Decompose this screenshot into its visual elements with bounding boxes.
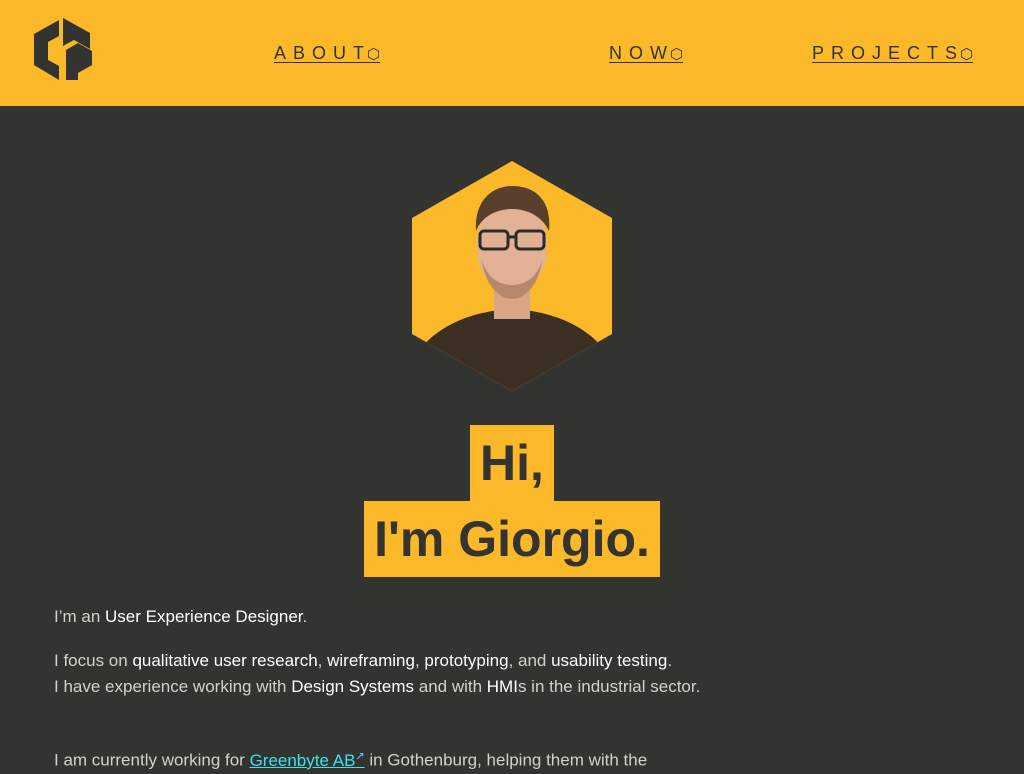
- hexagon-icon: ⬡: [960, 46, 974, 63]
- bio-text: .: [667, 651, 673, 670]
- bio-text: , and: [508, 651, 552, 670]
- bio-text: ,: [317, 651, 328, 670]
- skill-highlight: usability testing: [551, 651, 668, 670]
- bio-text: I have experience working with: [54, 677, 292, 696]
- greeting-text: Hi,: [470, 425, 554, 501]
- bio-text: I focus on: [54, 651, 133, 670]
- hexagon-icon: ⬡: [367, 46, 381, 63]
- skill-highlight: Design Systems: [291, 677, 415, 696]
- bio-paragraph-role: I’m an User Experience Designer.: [54, 604, 734, 630]
- bio-text: I’m an: [54, 607, 106, 626]
- nav-link-now[interactable]: NOW⬡: [609, 43, 683, 64]
- top-navigation-bar: ABOUT⬡ NOW⬡ PROJECTS⬡: [0, 0, 1024, 106]
- name-heading: I'm Giorgio.: [364, 501, 660, 577]
- nav-label: NOW: [609, 43, 674, 63]
- link-label: Greenbyte AB: [249, 750, 356, 770]
- logo-icon[interactable]: [30, 16, 96, 82]
- greeting-line-2: I'm Giorgio.: [0, 501, 1024, 577]
- external-link-icon: ↗: [355, 750, 365, 762]
- nav-link-projects[interactable]: PROJECTS⬡: [812, 43, 973, 64]
- nav-link-about[interactable]: ABOUT⬡: [274, 43, 380, 64]
- role-highlight: User Experience Designer: [105, 607, 303, 626]
- skill-highlight: qualitative user research: [132, 651, 318, 670]
- nav-label: ABOUT: [274, 43, 372, 63]
- bio-text: ,: [414, 651, 425, 670]
- bio-text: in Gothenburg, helping them with the: [364, 750, 648, 770]
- skill-highlight: wireframing: [327, 651, 415, 670]
- nav-label: PROJECTS: [812, 43, 965, 63]
- bio-text: I am currently working for: [54, 750, 250, 770]
- bio-paragraph-focus: I focus on qualitative user research, wi…: [54, 648, 734, 700]
- bio-text: s in the industrial sector.: [517, 677, 701, 696]
- bio-text: .: [302, 607, 308, 626]
- bio-paragraph-current-job: I am currently working for Greenbyte AB↗…: [54, 743, 734, 774]
- greeting-line-1: Hi,: [0, 425, 1024, 501]
- hexagon-icon: ⬡: [670, 46, 684, 63]
- greenbyte-link[interactable]: Greenbyte AB↗: [249, 750, 365, 770]
- bio-text: and with: [414, 677, 487, 696]
- skill-highlight: prototyping: [424, 651, 509, 670]
- profile-photo: [412, 161, 612, 391]
- skill-highlight: HMI: [486, 677, 518, 696]
